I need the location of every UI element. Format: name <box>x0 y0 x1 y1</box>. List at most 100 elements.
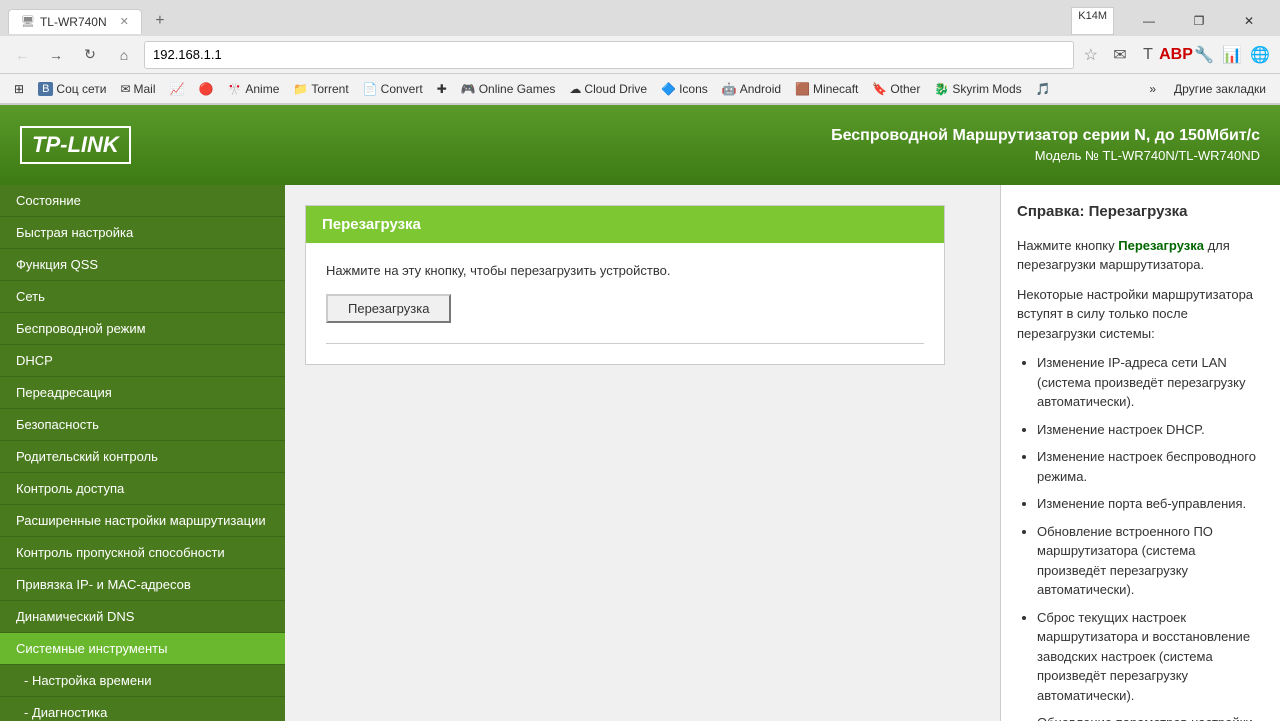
help-list: Изменение IP-адреса сети LAN (система пр… <box>1037 353 1264 721</box>
bookmark-anime-label: Anime <box>245 82 279 96</box>
restore-button[interactable]: ❐ <box>1176 7 1222 35</box>
reboot-submit-button[interactable]: Перезагрузка <box>326 294 451 323</box>
active-tab[interactable]: 🖥 TL-WR740N ✕ <box>8 9 142 34</box>
back-button[interactable]: ← <box>8 41 36 69</box>
content-area: Перезагрузка Нажмите на эту кнопку, чтоб… <box>285 185 1000 721</box>
bookmark-cloud[interactable]: ☁ Cloud Drive <box>563 80 653 98</box>
adblock-icon[interactable]: ABP <box>1164 43 1188 67</box>
main-layout: Состояние Быстрая настройка Функция QSS … <box>0 185 1280 721</box>
games-icon: 🎮 <box>461 82 476 96</box>
sidebar-item-quick[interactable]: Быстрая настройка <box>0 217 285 249</box>
help-item-1: Изменение IP-адреса сети LAN (система пр… <box>1037 353 1264 412</box>
bookmark-icons[interactable]: 🔷 Icons <box>655 80 714 98</box>
bookmark-android-label: Android <box>740 82 781 96</box>
bookmark-b6[interactable]: 🎵 <box>1030 80 1057 98</box>
bookmarks-bar: ⊞ В Соц сети ✉ Mail 📈 🔴 🎌 Anime 📁 Torren… <box>0 74 1280 104</box>
help-item-4: Изменение порта веб-управления. <box>1037 494 1264 514</box>
bookmark-skyrim-label: Skyrim Mods <box>952 82 1021 96</box>
reboot-description: Нажмите на эту кнопку, чтобы перезагрузи… <box>326 263 924 278</box>
bookmark-games[interactable]: 🎮 Online Games <box>455 80 562 98</box>
bookmark-minecraft[interactable]: 🟫 Minecaft <box>789 80 864 98</box>
b6-icon: 🎵 <box>1036 82 1051 96</box>
bookmark-skyrim[interactable]: 🐉 Skyrim Mods <box>928 80 1027 98</box>
reboot-button-wrapper: Перезагрузка <box>326 294 924 323</box>
bookmark-other[interactable]: 🔖 Other <box>866 80 926 98</box>
help-item-3: Изменение настроек беспроводного режима. <box>1037 447 1264 486</box>
sidebar-item-network[interactable]: Сеть <box>0 281 285 313</box>
tab-title: TL-WR740N <box>40 15 107 29</box>
minimize-button[interactable]: — <box>1126 7 1172 35</box>
bookmark-mail[interactable]: ✉ Mail <box>114 80 161 98</box>
bookmark-b3[interactable]: 📈 <box>164 80 191 98</box>
nav-bar: ← → ↻ ⌂ ☆ ✉ T ABP 🔧 📊 🌐 <box>0 36 1280 74</box>
translate-icon[interactable]: T <box>1136 43 1160 67</box>
other-icon: 🔖 <box>872 82 887 96</box>
sidebar-item-security[interactable]: Безопасность <box>0 409 285 441</box>
sidebar-item-routing[interactable]: Расширенные настройки маршрутизации <box>0 505 285 537</box>
other-bookmarks-label: Другие закладки <box>1174 82 1266 96</box>
vk-icon: В <box>38 82 53 96</box>
refresh-button[interactable]: ↻ <box>76 41 104 69</box>
toolbar-icons: ✉ T ABP 🔧 📊 🌐 <box>1108 43 1272 67</box>
reboot-divider <box>326 343 924 344</box>
home-button[interactable]: ⌂ <box>110 41 138 69</box>
bookmark-torrent[interactable]: 📁 Torrent <box>287 80 354 98</box>
b3-icon: 📈 <box>170 82 185 96</box>
apps-icon: ⊞ <box>14 82 24 96</box>
anime-icon: 🎌 <box>227 82 242 96</box>
bookmark-b4[interactable]: 🔴 <box>192 80 219 98</box>
sidebar-item-status[interactable]: Состояние <box>0 185 285 217</box>
sidebar-item-system[interactable]: Системные инструменты <box>0 633 285 665</box>
email-icon[interactable]: ✉ <box>1108 43 1132 67</box>
tab-close-button[interactable]: ✕ <box>120 15 129 28</box>
close-button[interactable]: ✕ <box>1226 7 1272 35</box>
sidebar-item-wireless[interactable]: Беспроводной режим <box>0 313 285 345</box>
sidebar-item-ip-mac[interactable]: Привязка IP- и MAC-адресов <box>0 569 285 601</box>
sidebar-item-parental[interactable]: Родительский контроль <box>0 441 285 473</box>
bookmark-apps[interactable]: ⊞ <box>8 80 30 98</box>
sidebar-item-ddns[interactable]: Динамический DNS <box>0 601 285 633</box>
address-bar[interactable] <box>144 41 1074 69</box>
sidebar-item-dhcp[interactable]: DHCP <box>0 345 285 377</box>
sidebar-item-qss[interactable]: Функция QSS <box>0 249 285 281</box>
minecraft-icon: 🟫 <box>795 82 810 96</box>
sidebar-item-time[interactable]: - Настройка времени <box>0 665 285 697</box>
tp-link-logo: TP-LINK <box>20 126 131 164</box>
bookmark-cloud-label: Cloud Drive <box>584 82 647 96</box>
bookmark-torrent-label: Torrent <box>311 82 348 96</box>
bookmark-star-icon[interactable]: ☆ <box>1084 45 1098 65</box>
sidebar-item-access[interactable]: Контроль доступа <box>0 473 285 505</box>
new-tab-button[interactable]: + <box>146 7 174 35</box>
help-reboot-link[interactable]: Перезагрузка <box>1118 238 1204 253</box>
tp-header: TP-LINK Беспроводной Маршрутизатор серии… <box>0 105 1280 185</box>
extension3-icon[interactable]: 🌐 <box>1248 43 1272 67</box>
other-bookmarks-folder[interactable]: Другие закладки <box>1168 80 1272 98</box>
k14m-badge: K14M <box>1071 7 1114 35</box>
bookmark-vk[interactable]: В Соц сети <box>32 80 112 98</box>
extension2-icon[interactable]: 📊 <box>1220 43 1244 67</box>
torrent-icon: 📁 <box>293 82 308 96</box>
extension1-icon[interactable]: 🔧 <box>1192 43 1216 67</box>
sidebar-item-forwarding[interactable]: Переадресация <box>0 377 285 409</box>
help-title: Справка: Перезагрузка <box>1017 201 1264 224</box>
sidebar-item-bandwidth[interactable]: Контроль пропускной способности <box>0 537 285 569</box>
browser-chrome: 🖥 TL-WR740N ✕ + K14M — ❐ ✕ ← → ↻ ⌂ ☆ ✉ T… <box>0 0 1280 105</box>
mail-icon: ✉ <box>120 82 130 96</box>
bookmark-convert[interactable]: 📄 Convert <box>357 80 429 98</box>
more-bookmarks-button[interactable]: » <box>1143 80 1162 98</box>
bookmark-b5[interactable]: ✚ <box>431 80 453 98</box>
tab-favicon: 🖥 <box>21 15 35 28</box>
bookmark-anime[interactable]: 🎌 Anime <box>221 80 285 98</box>
forward-button[interactable]: → <box>42 41 70 69</box>
reboot-panel-body: Нажмите на эту кнопку, чтобы перезагрузи… <box>306 243 944 364</box>
window-controls: K14M — ❐ ✕ <box>1071 7 1272 35</box>
bookmark-android[interactable]: 🤖 Android <box>716 80 787 98</box>
bookmark-icons-label: Icons <box>679 82 708 96</box>
bookmark-convert-label: Convert <box>381 82 423 96</box>
sidebar-item-diag[interactable]: - Диагностика <box>0 697 285 721</box>
help-panel: Справка: Перезагрузка Нажмите кнопку Пер… <box>1000 185 1280 721</box>
bookmark-other-label: Other <box>890 82 920 96</box>
tp-model-number: Модель № TL-WR740N/TL-WR740ND <box>831 148 1260 163</box>
bookmark-minecraft-label: Minecaft <box>813 82 858 96</box>
page-content: TP-LINK Беспроводной Маршрутизатор серии… <box>0 105 1280 721</box>
